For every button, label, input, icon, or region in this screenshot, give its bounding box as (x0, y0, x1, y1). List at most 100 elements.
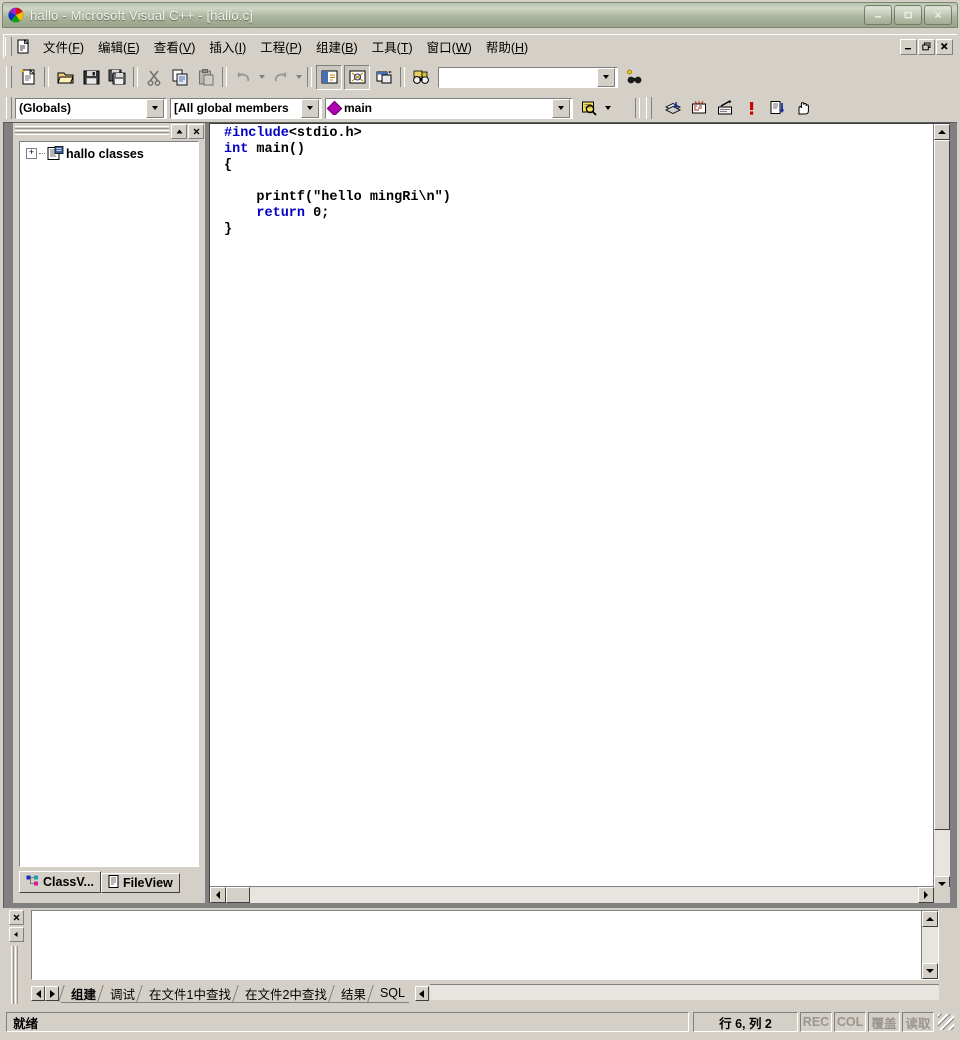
output-scroll-up-button[interactable] (922, 911, 938, 927)
menu-item-view[interactable]: 查看(V) (147, 34, 203, 59)
mdi-restore-button[interactable] (918, 38, 935, 55)
output-tab-prev-button[interactable] (31, 986, 45, 1001)
step-into-icon[interactable] (765, 97, 789, 120)
tree-item-hallo-classes[interactable]: + hallo classes (20, 142, 198, 161)
scroll-left-button[interactable] (210, 887, 226, 903)
menu-item-tools[interactable]: 工具(T) (365, 34, 420, 59)
code-text[interactable]: #include<stdio.h> int main() { printf("h… (224, 126, 932, 238)
hand-breakpoint-icon[interactable] (791, 97, 815, 120)
members-combo-dropdown-button[interactable] (301, 98, 319, 118)
horizontal-scroll-track[interactable] (250, 887, 918, 903)
mdi-minimize-button[interactable] (900, 38, 917, 55)
workspace-drag-grip[interactable] (15, 126, 169, 136)
open-folder-icon[interactable] (53, 66, 77, 89)
vertical-scroll-track[interactable] (934, 830, 950, 876)
editor-horizontal-scrollbar[interactable] (210, 886, 934, 903)
menu-item-edit[interactable]: 编辑(E) (91, 34, 147, 59)
find-in-files-icon[interactable] (622, 66, 646, 89)
build-bricks-icon[interactable] (687, 97, 711, 120)
stop-build-icon[interactable] (713, 97, 737, 120)
undo-arrow-icon[interactable] (231, 66, 255, 89)
output-text-area[interactable] (31, 910, 939, 980)
menu-accel-view: V (182, 41, 192, 55)
menu-item-window[interactable]: 窗口(W) (420, 34, 479, 59)
status-message: 就绪 (6, 1012, 689, 1032)
new-file-icon[interactable] (16, 66, 40, 89)
copy-icon[interactable] (168, 66, 192, 89)
scissors-icon[interactable] (142, 66, 166, 89)
find-combo-dropdown-button[interactable] (597, 67, 615, 87)
minimize-button[interactable] (864, 5, 892, 25)
menu-label-view: 查看 (153, 41, 179, 55)
wizard-magnifier-icon[interactable] (577, 97, 601, 120)
floppy-save-icon[interactable] (79, 66, 103, 89)
resize-grip[interactable] (938, 1014, 954, 1030)
save-all-icon[interactable] (105, 66, 129, 89)
standard-toolbar-grip[interactable] (6, 66, 12, 88)
workspace-panel-icon[interactable] (316, 64, 342, 90)
maximize-button[interactable] (894, 5, 922, 25)
output-collapse-button[interactable] (9, 927, 24, 942)
menu-label-project: 工程 (260, 41, 286, 55)
output-tab-next-button[interactable] (45, 986, 59, 1001)
function-combo-dropdown-button[interactable] (552, 98, 570, 118)
scroll-up-button[interactable] (934, 124, 950, 140)
output-tab-find-in-files-1[interactable]: 在文件1中查找 (136, 984, 235, 1002)
exclamation-run-icon[interactable] (739, 97, 763, 120)
members-combo[interactable]: [All global members (170, 97, 322, 119)
mdi-close-button[interactable] (936, 38, 953, 55)
menu-item-help[interactable]: 帮助(H) (479, 34, 535, 59)
output-scroll-track[interactable] (922, 927, 938, 963)
output-close-button[interactable] (9, 910, 24, 925)
redo-arrow-icon[interactable] (268, 66, 292, 89)
fileview-icon (108, 875, 120, 891)
find-combo[interactable] (438, 66, 618, 88)
expand-icon[interactable]: + (26, 148, 37, 159)
output-tab-results[interactable]: 结果 (328, 984, 370, 1002)
output-tab-find-in-files-2[interactable]: 在文件2中查找 (232, 984, 331, 1002)
output-hscroll-track[interactable] (429, 984, 939, 1000)
tab-classview[interactable]: ClassV... (19, 871, 101, 893)
output-tab-sql[interactable]: SQL (367, 984, 409, 1002)
menu-item-build[interactable]: 组建(B) (309, 34, 365, 59)
menu-item-insert[interactable]: 插入(I) (202, 34, 253, 59)
tab-fileview[interactable]: FileView (100, 873, 180, 893)
vertical-scroll-thumb[interactable] (934, 140, 950, 830)
undo-dropdown-button[interactable] (256, 66, 267, 88)
editor-vertical-scrollbar[interactable] (933, 124, 950, 892)
code-include-header: <stdio.h> (288, 126, 362, 141)
output-tab-build[interactable]: 组建 (58, 984, 100, 1002)
output-tabs: 组建 调试 在文件1中查找 在文件2中查找 结果 SQL (58, 984, 409, 1003)
output-tab-debug-label: 调试 (110, 987, 136, 1002)
menu-item-file[interactable]: 文件(F) (36, 34, 91, 59)
wizardbar-dropdown-button[interactable] (602, 97, 613, 119)
output-tab-find1-label: 在文件1中查找 (149, 987, 231, 1002)
function-combo[interactable]: main (325, 97, 573, 119)
chevron-down-icon (307, 106, 313, 110)
output-scroll-down-button[interactable] (922, 963, 938, 979)
class-combo-dropdown-button[interactable] (146, 98, 164, 118)
menubar-grip[interactable] (5, 37, 12, 56)
redo-dropdown-button[interactable] (293, 66, 304, 88)
workspace-close-button[interactable] (188, 123, 204, 139)
binoculars-icon[interactable] (409, 66, 433, 89)
build-toolbar-grip[interactable] (646, 97, 652, 119)
code-close-brace: } (224, 222, 233, 237)
output-panel-icon[interactable] (344, 64, 370, 90)
classview-tree[interactable]: + hallo classes (19, 141, 199, 867)
output-vertical-scrollbar[interactable] (921, 911, 938, 979)
wizardbar-grip[interactable] (6, 97, 12, 119)
member-diamond-icon (326, 101, 343, 115)
output-drag-grip[interactable] (11, 946, 19, 1004)
paste-icon[interactable] (194, 66, 218, 89)
close-button[interactable] (924, 5, 952, 25)
workspace-collapse-button[interactable] (171, 123, 187, 139)
output-hscroll-left-button[interactable] (414, 986, 429, 1001)
menu-item-project[interactable]: 工程(P) (253, 34, 309, 59)
output-tab-debug[interactable]: 调试 (97, 984, 139, 1002)
horizontal-scroll-thumb[interactable] (226, 887, 250, 903)
window-list-icon[interactable] (372, 66, 396, 89)
class-combo[interactable]: (Globals) (15, 97, 167, 119)
compile-icon[interactable] (661, 97, 685, 120)
scroll-right-button[interactable] (918, 887, 934, 903)
